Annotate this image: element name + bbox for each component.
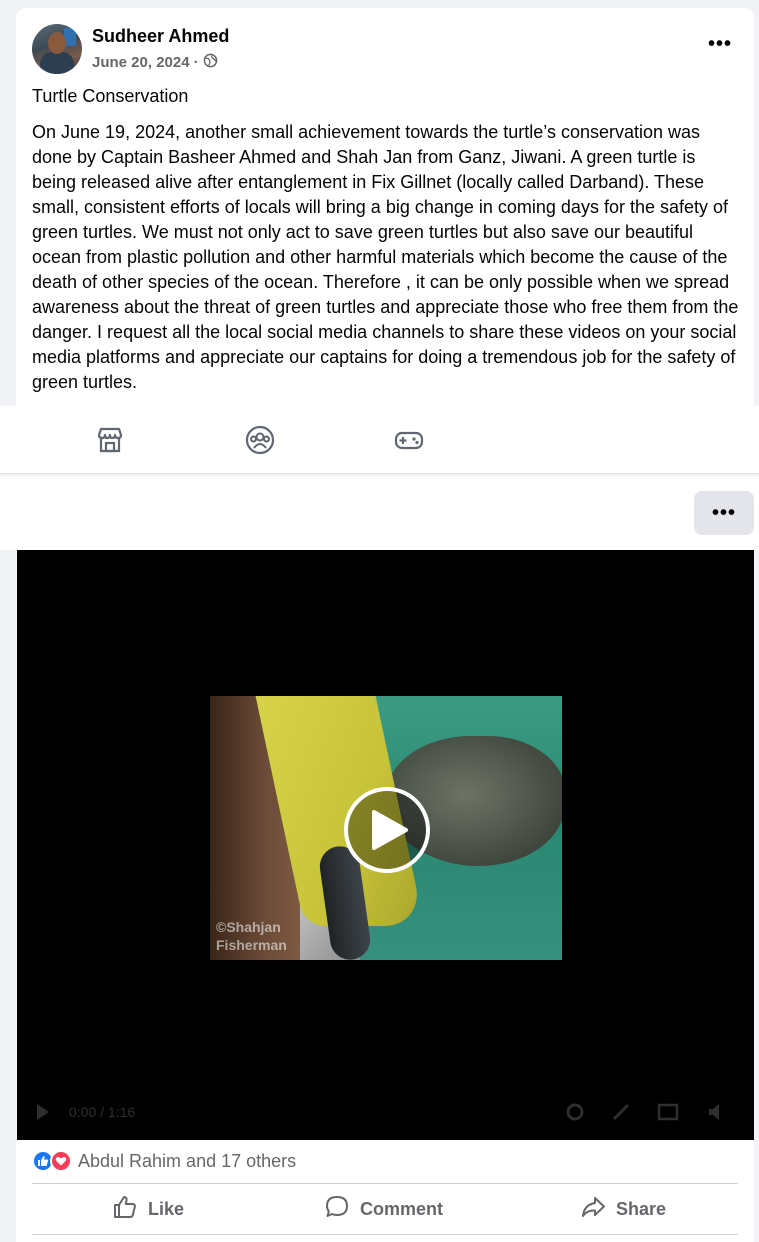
settings-icon[interactable]: [565, 1102, 585, 1122]
globe-icon: [203, 53, 218, 72]
post-card: Sudheer Ahmed June 20, 2024 · ••• Turtle…: [16, 8, 754, 408]
author-name[interactable]: Sudheer Ahmed: [92, 26, 229, 47]
divider: [32, 1183, 738, 1184]
marketplace-icon[interactable]: [94, 424, 126, 456]
reactions-summary[interactable]: Abdul Rahim and 17 others: [32, 1150, 296, 1172]
more-options-button[interactable]: •••: [694, 491, 754, 535]
pip-icon[interactable]: [657, 1102, 679, 1122]
thumbs-up-icon: [112, 1194, 138, 1225]
sub-bar: [0, 476, 759, 550]
post-footer: Abdul Rahim and 17 others Like Comment S…: [16, 1140, 754, 1242]
post-body: On June 19, 2024, another small achievem…: [32, 122, 739, 392]
gaming-icon[interactable]: [393, 424, 425, 456]
comment-label: Comment: [360, 1198, 444, 1219]
expand-icon[interactable]: [611, 1102, 631, 1122]
play-small-icon[interactable]: [35, 1102, 51, 1122]
page: Sudheer Ahmed June 20, 2024 · ••• Turtle…: [0, 0, 759, 1242]
video-player[interactable]: ©Shahjan Fisherman 0:00 / 1:16: [17, 550, 754, 1140]
post-meta: June 20, 2024 ·: [92, 53, 218, 72]
video-controls: 0:00 / 1:16: [17, 1098, 754, 1128]
divider: [32, 1234, 738, 1235]
share-label: Share: [616, 1198, 667, 1219]
share-button[interactable]: Share: [580, 1194, 666, 1224]
like-button[interactable]: Like: [112, 1194, 184, 1224]
post-title: Turtle Conservation: [32, 86, 189, 106]
volume-icon[interactable]: [707, 1102, 727, 1122]
love-reaction-icon: [50, 1150, 72, 1172]
share-icon: [580, 1194, 606, 1225]
comment-icon: [324, 1194, 350, 1225]
avatar[interactable]: [32, 24, 82, 74]
post-date[interactable]: June 20, 2024: [92, 54, 190, 71]
like-label: Like: [148, 1198, 185, 1219]
video-watermark: ©Shahjan Fisherman: [216, 919, 287, 953]
reactions-text[interactable]: Abdul Rahim and 17 others: [78, 1151, 296, 1172]
play-button[interactable]: [344, 787, 430, 873]
video-time: 0:00 / 1:16: [69, 1104, 136, 1120]
nav-icon-bar: [0, 406, 759, 474]
post-options-button[interactable]: •••: [702, 32, 738, 56]
meta-separator: ·: [193, 54, 199, 71]
comment-button[interactable]: Comment: [324, 1194, 443, 1224]
groups-icon[interactable]: [244, 424, 276, 456]
